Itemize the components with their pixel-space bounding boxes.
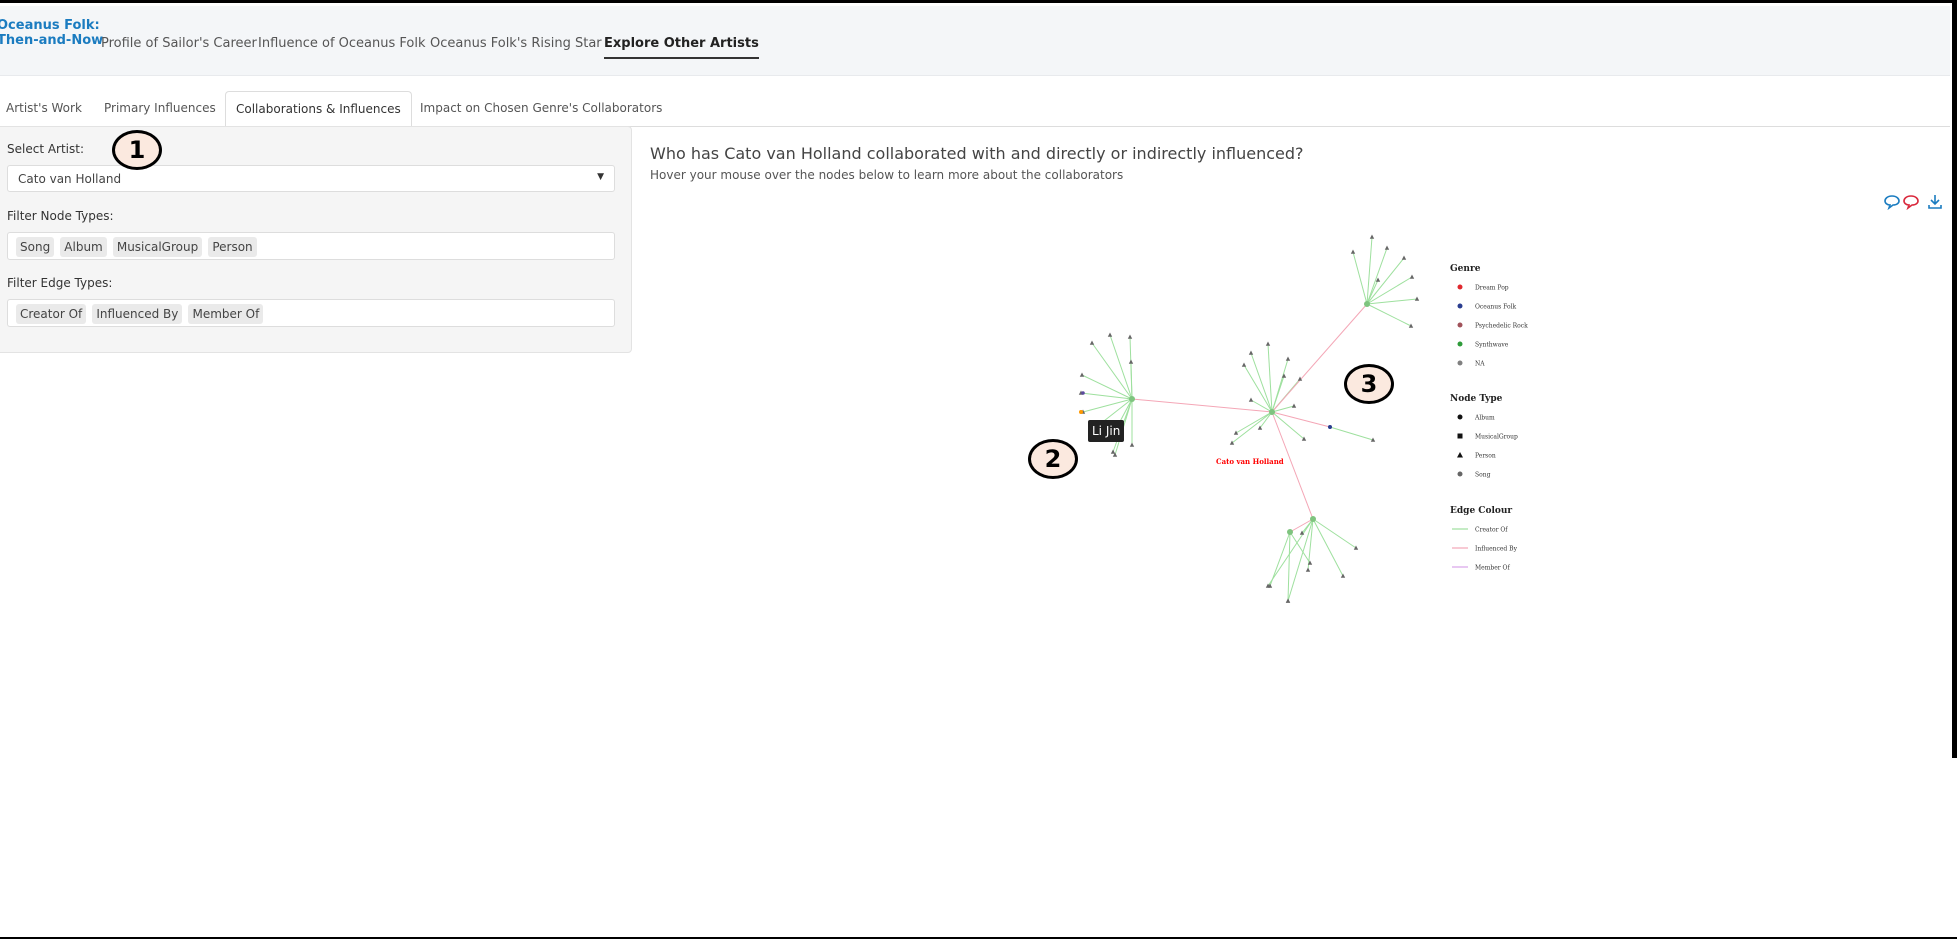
- legend-genre-label: Synthwave: [1475, 342, 1509, 349]
- creator-of-edge: [1352, 251, 1368, 305]
- person-node[interactable]: [1285, 356, 1291, 361]
- legend-genre-label: Oceanus Folk: [1475, 304, 1516, 311]
- legend-genre-swatch: [1457, 303, 1463, 309]
- hub-node[interactable]: [1269, 409, 1275, 415]
- influence-edges: [1131, 303, 1368, 533]
- creator-of-edge: [1289, 531, 1311, 564]
- person-node[interactable]: [1305, 567, 1311, 572]
- collaboration-edges: [1080, 236, 1418, 602]
- song-node[interactable]: [1079, 410, 1083, 414]
- creator-of-edge: [1080, 392, 1133, 400]
- callout-3: 3: [1344, 364, 1394, 404]
- creator-of-edge: [1271, 375, 1285, 413]
- creator-of-edge: [1366, 303, 1412, 327]
- person-node[interactable]: [1369, 234, 1375, 239]
- person-node[interactable]: [1350, 249, 1356, 254]
- legend-node-shape: [1457, 452, 1463, 458]
- creator-of-edge: [1109, 334, 1133, 400]
- person-node[interactable]: [1129, 442, 1135, 447]
- person-node[interactable]: [1401, 255, 1407, 260]
- legend-node-type-label: Person: [1475, 453, 1496, 460]
- legend-genre-title: Genre: [1450, 264, 1481, 274]
- person-node[interactable]: [1248, 350, 1254, 355]
- creator-of-edge: [1269, 531, 1291, 587]
- legend-genre-swatch: [1457, 360, 1463, 366]
- legend-genre-label: NA: [1475, 361, 1485, 368]
- creator-of-edge: [1235, 411, 1273, 434]
- person-node[interactable]: [1110, 449, 1116, 454]
- person-node[interactable]: [1409, 274, 1415, 279]
- legend-genre-swatch: [1457, 322, 1463, 328]
- node-tooltip: Li Jin: [1088, 420, 1125, 442]
- person-node[interactable]: [1107, 332, 1113, 337]
- person-node[interactable]: [1353, 545, 1359, 550]
- legend-edge-label: Influenced By: [1475, 546, 1518, 553]
- legend-edge-label: Member Of: [1475, 565, 1510, 572]
- callout-2: 2: [1028, 439, 1078, 479]
- person-node[interactable]: [1285, 598, 1291, 603]
- callout-1: 1: [112, 130, 162, 170]
- legend-node-shape: [1457, 471, 1463, 477]
- creator-of-edge: [1312, 518, 1357, 549]
- legend-edge-title: Edge Colour: [1450, 506, 1512, 516]
- legend-node-type-label: Album: [1474, 415, 1495, 422]
- person-node[interactable]: [1089, 340, 1095, 345]
- person-node[interactable]: [1128, 359, 1134, 364]
- center-node-label: Cato van Holland: [1216, 457, 1284, 466]
- creator-of-edge: [1329, 426, 1374, 441]
- person-node[interactable]: [1229, 440, 1235, 445]
- app-frame: Oceanus Folk: Then-and-Now Profile of Sa…: [0, 0, 1957, 939]
- person-node[interactable]: [1384, 245, 1390, 250]
- creator-of-edge: [1312, 518, 1344, 577]
- creator-of-edge: [1287, 531, 1291, 602]
- legend-genre-swatch: [1457, 341, 1463, 347]
- legend-genre-label: Psychedelic Rock: [1475, 323, 1528, 330]
- person-node[interactable]: [1414, 296, 1420, 301]
- creator-of-edge: [1091, 342, 1133, 400]
- oceanus-folk-node[interactable]: [1328, 425, 1332, 429]
- legend-node-type-label: MusicalGroup: [1475, 434, 1518, 441]
- person-node[interactable]: [1248, 397, 1254, 402]
- legend-node-shape: [1457, 414, 1463, 420]
- person-node[interactable]: [1079, 372, 1085, 377]
- network-graph[interactable]: Cato van Holland Genre Dream PopOceanus …: [0, 3, 1957, 939]
- hub-node[interactable]: [1287, 529, 1293, 535]
- legend-node-shape: [1457, 433, 1463, 439]
- window-edge: [1952, 3, 1957, 758]
- person-node[interactable]: [1265, 341, 1271, 346]
- legend-edge-label: Creator Of: [1475, 527, 1508, 534]
- graph-legend: Genre Dream Pop Oceanus Folk Psychedelic R…: [1450, 264, 1528, 572]
- creator-of-edge: [1130, 361, 1133, 400]
- creator-of-edge: [1082, 398, 1133, 413]
- legend-node-type-label: Song: [1475, 472, 1491, 479]
- person-node[interactable]: [1291, 403, 1297, 408]
- song-node[interactable]: [1081, 391, 1085, 395]
- creator-of-edge: [1366, 247, 1388, 305]
- legend-genre-label: Dream Pop: [1475, 285, 1509, 292]
- hub-node[interactable]: [1129, 396, 1135, 402]
- legend-node-type-title: Node Type: [1450, 394, 1503, 404]
- creator-of-edge: [1231, 411, 1273, 444]
- hub-node[interactable]: [1310, 516, 1316, 522]
- creator-of-edge: [1366, 257, 1405, 305]
- person-node[interactable]: [1127, 334, 1133, 339]
- legend-genre-swatch: [1457, 284, 1463, 290]
- hub-node[interactable]: [1364, 301, 1370, 307]
- person-node[interactable]: [1241, 362, 1247, 367]
